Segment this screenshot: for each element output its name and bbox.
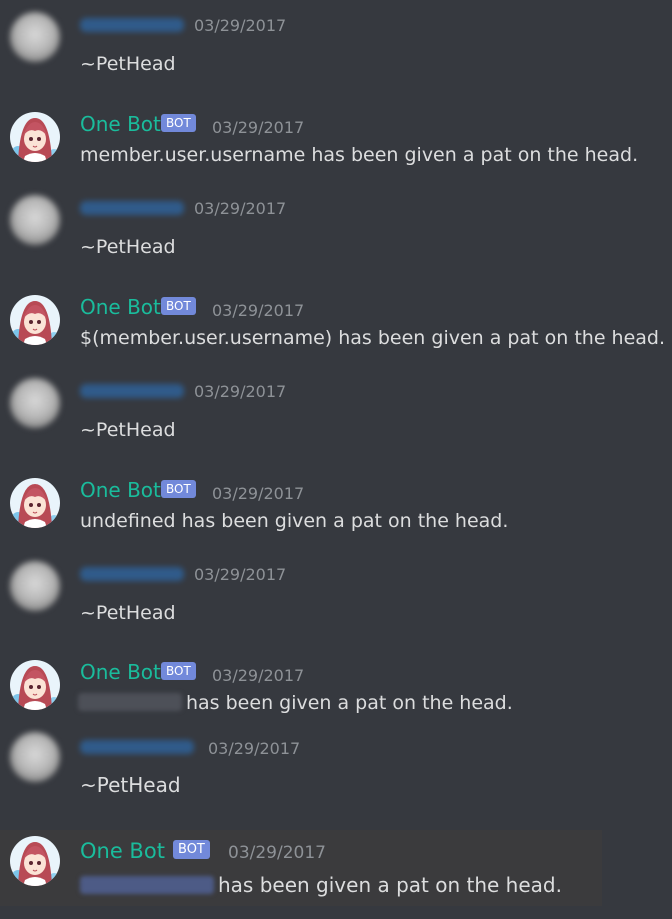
message-text-row: has been given a pat on the head. — [80, 872, 562, 898]
anime-girl-avatar-icon — [10, 660, 60, 710]
message-timestamp: 03/29/2017 — [212, 484, 305, 503]
user-avatar[interactable] — [10, 561, 60, 611]
message-timestamp: 03/29/2017 — [194, 16, 287, 35]
redacted-username[interactable] — [80, 740, 194, 754]
redacted-username[interactable] — [80, 384, 184, 398]
message-text: has been given a pat on the head. — [186, 692, 513, 714]
message-bot: One Bot BOT 03/29/2017 $(member.user.use… — [0, 295, 672, 387]
bot-avatar[interactable] — [10, 478, 60, 528]
message-timestamp: 03/29/2017 — [194, 565, 287, 584]
message-timestamp: 03/29/2017 — [208, 739, 301, 758]
bot-badge: BOT — [173, 840, 210, 859]
bot-name[interactable]: One Bot — [80, 478, 161, 502]
message-bot: One Bot BOT 03/29/2017 member.user.usern… — [0, 112, 672, 204]
message-timestamp: 03/29/2017 — [194, 199, 287, 218]
message-user: 03/29/2017 ~PetHead — [0, 378, 672, 470]
bot-name[interactable]: One Bot — [80, 839, 165, 863]
bot-name[interactable]: One Bot — [80, 112, 161, 136]
redacted-mention[interactable] — [78, 692, 182, 711]
message-timestamp: 03/29/2017 — [194, 382, 287, 401]
user-avatar[interactable] — [10, 12, 60, 62]
message-text: has been given a pat on the head. — [218, 873, 562, 897]
message-user: 03/29/2017 ~PetHead — [0, 732, 672, 824]
user-avatar[interactable] — [10, 732, 60, 782]
anime-girl-avatar-icon — [10, 112, 60, 162]
bot-badge: BOT — [161, 297, 196, 315]
message-text: ~PetHead — [80, 773, 181, 797]
message-text: ~PetHead — [80, 419, 176, 441]
redacted-username[interactable] — [80, 18, 184, 32]
bot-avatar[interactable] — [10, 295, 60, 345]
bot-badge: BOT — [161, 114, 196, 132]
message-text: undefined has been given a pat on the he… — [80, 510, 509, 532]
message-user: 03/29/2017 ~PetHead — [0, 195, 672, 287]
message-user: 03/29/2017 ~PetHead — [0, 561, 672, 653]
chat-log: 03/29/2017 ~PetHead One Bot BOT 03/29/20… — [0, 0, 672, 919]
message-timestamp: 03/29/2017 — [212, 666, 305, 685]
redacted-username[interactable] — [80, 567, 184, 581]
bot-avatar[interactable] — [10, 112, 60, 162]
bot-avatar[interactable] — [10, 836, 60, 886]
bot-name[interactable]: One Bot — [80, 660, 161, 684]
bot-avatar[interactable] — [10, 660, 60, 710]
message-timestamp: 03/29/2017 — [212, 118, 305, 137]
message-bot: One Bot BOT 03/29/2017 has been given a … — [0, 660, 672, 732]
redacted-mention[interactable] — [80, 875, 214, 894]
redacted-username[interactable] — [80, 201, 184, 215]
message-text: ~PetHead — [80, 236, 176, 258]
message-text: ~PetHead — [80, 602, 176, 624]
message-bot-highlighted: One Bot BOT 03/29/2017 has been given a … — [0, 830, 672, 919]
message-text: ~PetHead — [80, 53, 176, 75]
message-text: member.user.username has been given a pa… — [80, 144, 639, 166]
message-timestamp: 03/29/2017 — [212, 301, 305, 320]
anime-girl-avatar-icon — [10, 295, 60, 345]
bot-badge: BOT — [161, 480, 196, 498]
message-user: 03/29/2017 ~PetHead — [0, 12, 672, 104]
anime-girl-avatar-icon — [10, 478, 60, 528]
anime-girl-avatar-icon — [10, 836, 60, 886]
bot-name[interactable]: One Bot — [80, 295, 161, 319]
message-text-row: has been given a pat on the head. — [78, 690, 513, 716]
message-timestamp: 03/29/2017 — [228, 843, 326, 863]
bot-badge: BOT — [161, 662, 196, 680]
user-avatar[interactable] — [10, 378, 60, 428]
user-avatar[interactable] — [10, 195, 60, 245]
message-bot: One Bot BOT 03/29/2017 undefined has bee… — [0, 478, 672, 570]
message-text: $(member.user.username) has been given a… — [80, 327, 666, 349]
